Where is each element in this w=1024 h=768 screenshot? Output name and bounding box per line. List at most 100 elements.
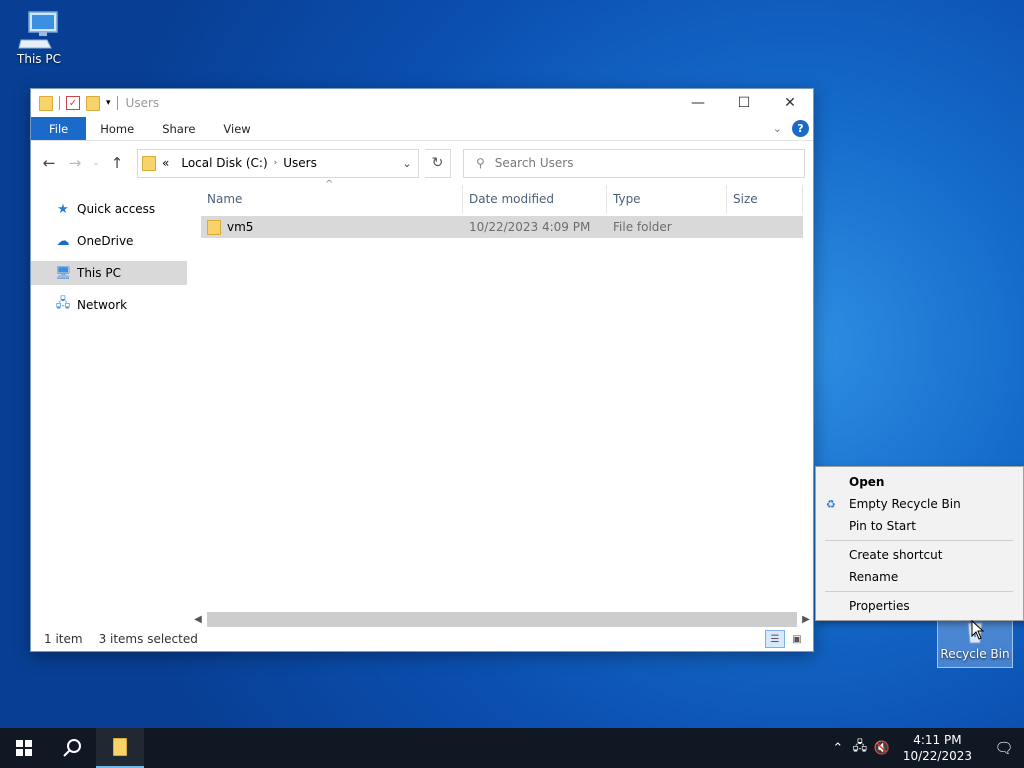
nav-item-network[interactable]: 🖧 Network — [31, 293, 187, 317]
address-dropdown-icon[interactable]: ⌄ — [396, 157, 418, 170]
nav-item-label: This PC — [77, 266, 121, 280]
up-button[interactable]: ↑ — [107, 154, 127, 172]
nav-item-this-pc[interactable]: 🖥 This PC — [31, 261, 187, 285]
back-button[interactable]: ← — [39, 154, 59, 172]
divider — [116, 96, 118, 110]
nav-item-label: Quick access — [77, 202, 156, 216]
column-headers: ^ Name Date modified Type Size — [201, 179, 803, 213]
computer-icon — [17, 10, 61, 50]
address-row: ← → ⌄ ↑ « Local Disk (C:) › Users ⌄ ↻ ⚲ … — [31, 141, 813, 185]
search-placeholder: Search Users — [494, 156, 574, 170]
clock-date: 10/22/2023 — [902, 749, 972, 763]
maximize-button[interactable]: ☐ — [721, 89, 767, 117]
scrollbar-thumb[interactable] — [207, 612, 797, 627]
quick-access-toolbar: ✓ ▾ — [39, 95, 118, 111]
folder-icon — [142, 155, 156, 171]
file-explorer-icon — [113, 738, 127, 756]
close-button[interactable]: ✕ — [767, 89, 813, 117]
refresh-button[interactable]: ↻ — [425, 148, 451, 178]
menu-item-properties[interactable]: Properties — [816, 595, 1023, 617]
menu-item-open[interactable]: Open — [816, 471, 1023, 493]
expand-ribbon-icon[interactable]: ⌄ — [773, 122, 782, 135]
search-button[interactable] — [48, 728, 96, 768]
folder-icon — [207, 219, 221, 235]
cloud-icon: ☁ — [56, 233, 70, 249]
column-header-date-modified[interactable]: Date modified — [463, 185, 607, 213]
recent-locations-icon[interactable]: ⌄ — [91, 158, 101, 168]
status-bar: 1 item 3 items selected ☰ ▣ — [31, 627, 813, 651]
desktop-icon-label: Recycle Bin — [940, 647, 1010, 661]
menu-item-create-shortcut[interactable]: Create shortcut — [816, 544, 1023, 566]
nav-item-onedrive[interactable]: ☁ OneDrive — [31, 229, 187, 253]
context-menu: Open ♻ Empty Recycle Bin Pin to Start Cr… — [815, 466, 1024, 621]
menu-item-rename[interactable]: Rename — [816, 566, 1023, 588]
cell-date-modified: 10/22/2023 4:09 PM — [469, 220, 591, 234]
status-item-count: 1 item — [44, 632, 83, 646]
search-input[interactable]: ⚲ Search Users — [463, 148, 805, 178]
horizontal-scrollbar[interactable]: ◀ ▶ — [189, 611, 815, 628]
address-overflow[interactable]: « — [162, 156, 169, 170]
tab-share[interactable]: Share — [148, 117, 209, 140]
menu-item-label: Empty Recycle Bin — [849, 497, 961, 511]
nav-item-label: OneDrive — [77, 234, 134, 248]
large-icons-view-icon[interactable]: ▣ — [787, 630, 807, 648]
nav-item-quick-access[interactable]: ★ Quick access — [31, 197, 187, 221]
tab-view[interactable]: View — [209, 117, 264, 140]
window-controls: — ☐ ✕ — [675, 89, 813, 117]
forward-button[interactable]: → — [65, 154, 85, 172]
notification-center-icon[interactable]: 🗨 — [984, 728, 1024, 768]
column-header-type[interactable]: Type — [607, 185, 727, 213]
tab-file[interactable]: File — [31, 117, 87, 140]
ribbon-tabs: File Home Share View ⌄ ? — [31, 117, 813, 141]
content-area: ★ Quick access ☁ OneDrive 🖥 This PC 🖧 Ne… — [31, 179, 815, 651]
window-title: Users — [125, 96, 160, 110]
menu-divider — [825, 540, 1013, 541]
column-header-size[interactable]: Size — [727, 185, 803, 213]
star-icon: ★ — [57, 201, 69, 217]
minimize-button[interactable]: — — [675, 89, 721, 117]
chevron-right-icon[interactable]: › — [274, 158, 278, 168]
divider — [59, 96, 60, 110]
navigation-pane: ★ Quick access ☁ OneDrive 🖥 This PC 🖧 Ne… — [31, 185, 187, 627]
scroll-left-icon[interactable]: ◀ — [189, 614, 207, 625]
desktop-icon-this-pc[interactable]: This PC — [1, 10, 77, 66]
tab-home[interactable]: Home — [86, 117, 148, 140]
windows-logo-icon — [16, 740, 32, 756]
scroll-right-icon[interactable]: ▶ — [797, 614, 815, 625]
search-icon: ⚲ — [476, 156, 485, 170]
menu-item-empty-recycle-bin[interactable]: ♻ Empty Recycle Bin — [816, 493, 1023, 515]
title-bar: ✓ ▾ Users — ☐ ✕ — [31, 89, 813, 117]
file-name: vm5 — [227, 220, 254, 234]
clock-time: 4:11 PM — [913, 733, 962, 747]
sort-ascending-icon: ^ — [325, 179, 334, 190]
address-bar[interactable]: « Local Disk (C:) › Users ⌄ — [137, 148, 419, 178]
computer-icon: 🖥 — [55, 265, 72, 281]
status-selection: 3 items selected — [98, 632, 198, 646]
volume-muted-icon[interactable]: 🔇 — [871, 741, 893, 756]
network-icon[interactable]: 🖧 — [849, 737, 871, 759]
cell-type: File folder — [613, 220, 672, 234]
breadcrumb-local-disk[interactable]: Local Disk (C:) — [181, 156, 267, 170]
clock[interactable]: 4:11 PM 10/22/2023 — [903, 732, 972, 764]
start-button[interactable] — [0, 728, 48, 768]
details-view-icon[interactable]: ☰ — [765, 630, 785, 648]
customize-dropdown-icon[interactable]: ▾ — [106, 98, 111, 108]
search-icon — [63, 739, 81, 757]
chevron-up-icon[interactable]: ⌃ — [827, 741, 849, 756]
nav-item-label: Network — [77, 298, 128, 312]
help-icon[interactable]: ? — [792, 120, 809, 137]
new-folder-icon[interactable] — [86, 95, 100, 111]
breadcrumb-users[interactable]: Users — [283, 156, 317, 170]
desktop-icon-label: This PC — [17, 52, 61, 66]
taskbar-file-explorer[interactable] — [96, 728, 144, 768]
file-list: ^ Name Date modified Type Size vm5 10/22… — [201, 179, 803, 615]
menu-divider — [825, 591, 1013, 592]
taskbar: ⌃ 🖧 🔇 4:11 PM 10/22/2023 🗨 — [0, 728, 1024, 768]
properties-check-icon[interactable]: ✓ — [66, 96, 80, 110]
cell-name: vm5 — [201, 219, 463, 235]
menu-item-pin-to-start[interactable]: Pin to Start — [816, 515, 1023, 537]
view-buttons: ☰ ▣ — [765, 630, 813, 648]
file-row[interactable]: vm5 10/22/2023 4:09 PM File folder — [201, 216, 803, 238]
network-icon: 🖧 — [55, 296, 71, 311]
recycle-icon: ♻ — [826, 497, 836, 511]
